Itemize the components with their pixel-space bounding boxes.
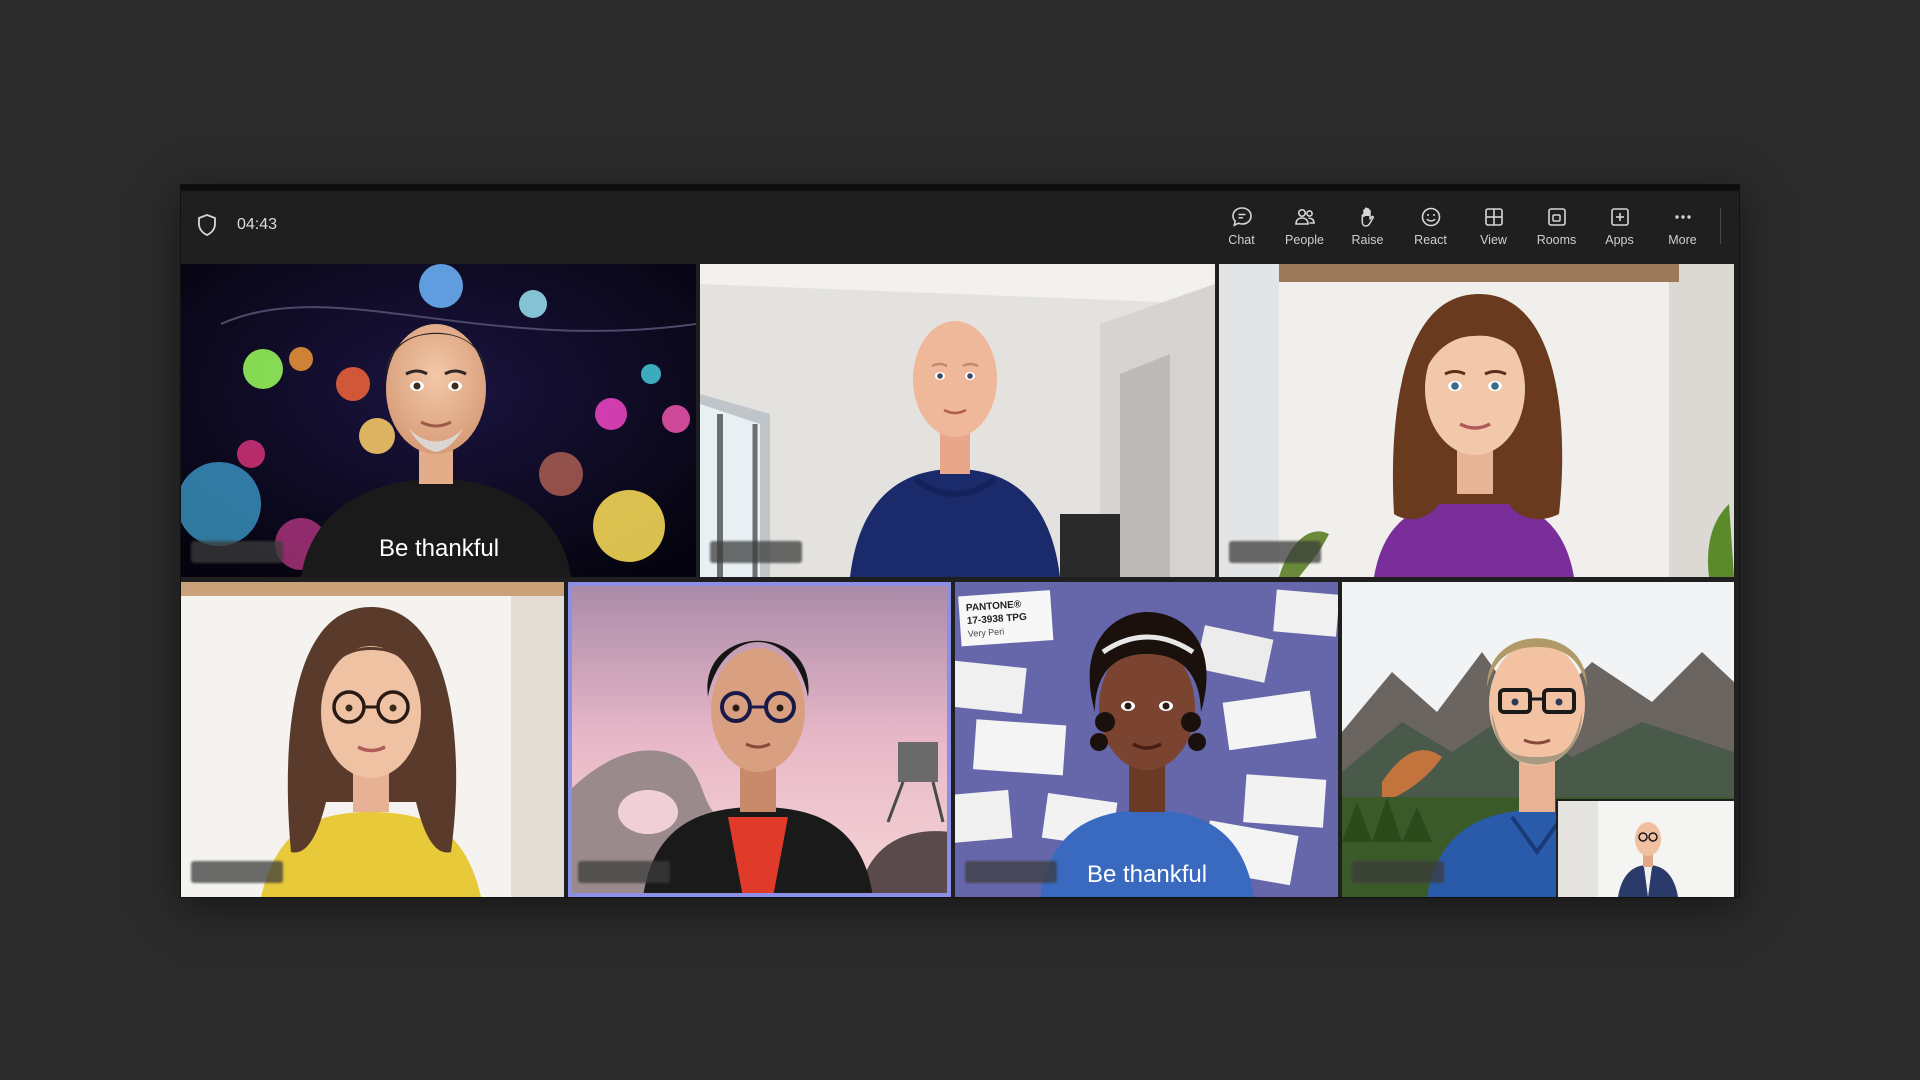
participant-name-tag xyxy=(1229,541,1321,563)
avatar-video-3 xyxy=(1219,264,1734,577)
avatar-video-1: Be thankful xyxy=(181,264,696,577)
apps-button[interactable]: Apps xyxy=(1588,197,1651,255)
participant-name-tag xyxy=(578,861,670,883)
chat-button[interactable]: Chat xyxy=(1210,197,1273,255)
toolbar-actions: Chat People Raise React View Rooms Apps … xyxy=(1210,197,1721,255)
avatar-video-2 xyxy=(700,264,1215,577)
participant-tile-5-active[interactable] xyxy=(568,582,951,897)
apps-label: Apps xyxy=(1605,233,1634,247)
participant-name-tag xyxy=(191,861,283,883)
shirt-text: Be thankful xyxy=(379,535,499,562)
rooms-icon xyxy=(1547,208,1566,226)
participant-tile-2[interactable] xyxy=(700,264,1215,577)
shield-icon[interactable] xyxy=(197,214,217,236)
participant-name-tag xyxy=(1352,861,1444,883)
self-view-preview[interactable] xyxy=(1556,799,1734,897)
view-label: View xyxy=(1480,233,1507,247)
hand-icon xyxy=(1361,207,1374,227)
more-button[interactable]: More xyxy=(1651,197,1714,255)
video-grid: Be thankful PANTONE® 17-3938 TPG Very Pe… xyxy=(181,264,1739,897)
plus-box-icon xyxy=(1610,208,1629,226)
view-button[interactable]: View xyxy=(1462,197,1525,255)
meeting-timer: 04:43 xyxy=(237,216,278,233)
people-button[interactable]: People xyxy=(1273,197,1336,255)
participant-tile-4[interactable] xyxy=(181,582,564,897)
self-view-video xyxy=(1558,801,1734,897)
react-label: React xyxy=(1414,233,1447,247)
participant-tile-1[interactable]: Be thankful xyxy=(181,264,696,577)
participant-name-tag xyxy=(965,861,1057,883)
ellipsis-icon xyxy=(1674,215,1691,219)
smiley-icon xyxy=(1421,207,1440,227)
participant-tile-7[interactable] xyxy=(1342,582,1734,897)
toolbar-divider xyxy=(1720,208,1721,244)
raise-label: Raise xyxy=(1351,233,1384,247)
avatar-video-5 xyxy=(568,582,951,897)
meeting-window: 04:43 Chat People Raise React View Rooms… xyxy=(181,185,1739,897)
rooms-button[interactable]: Rooms xyxy=(1525,197,1588,255)
grid-view-icon xyxy=(1484,208,1503,226)
avatar-video-6: PANTONE® 17-3938 TPG Very Peri Be thankf… xyxy=(955,582,1338,897)
participant-tile-6[interactable]: PANTONE® 17-3938 TPG Very Peri Be thankf… xyxy=(955,582,1338,897)
people-icon xyxy=(1294,209,1315,225)
react-button[interactable]: React xyxy=(1399,197,1462,255)
chat-label: Chat xyxy=(1228,233,1255,247)
rooms-label: Rooms xyxy=(1536,233,1577,247)
meeting-toolbar: 04:43 Chat People Raise React View Rooms… xyxy=(181,191,1739,261)
avatar-video-4 xyxy=(181,582,564,897)
chat-icon xyxy=(1231,207,1252,227)
participant-tile-3[interactable] xyxy=(1219,264,1734,577)
participant-name-tag xyxy=(710,541,802,563)
more-label: More xyxy=(1668,233,1697,247)
raise-hand-button[interactable]: Raise xyxy=(1336,197,1399,255)
people-label: People xyxy=(1285,233,1324,247)
shirt-text: Be thankful xyxy=(1087,861,1207,888)
participant-name-tag xyxy=(191,541,283,563)
